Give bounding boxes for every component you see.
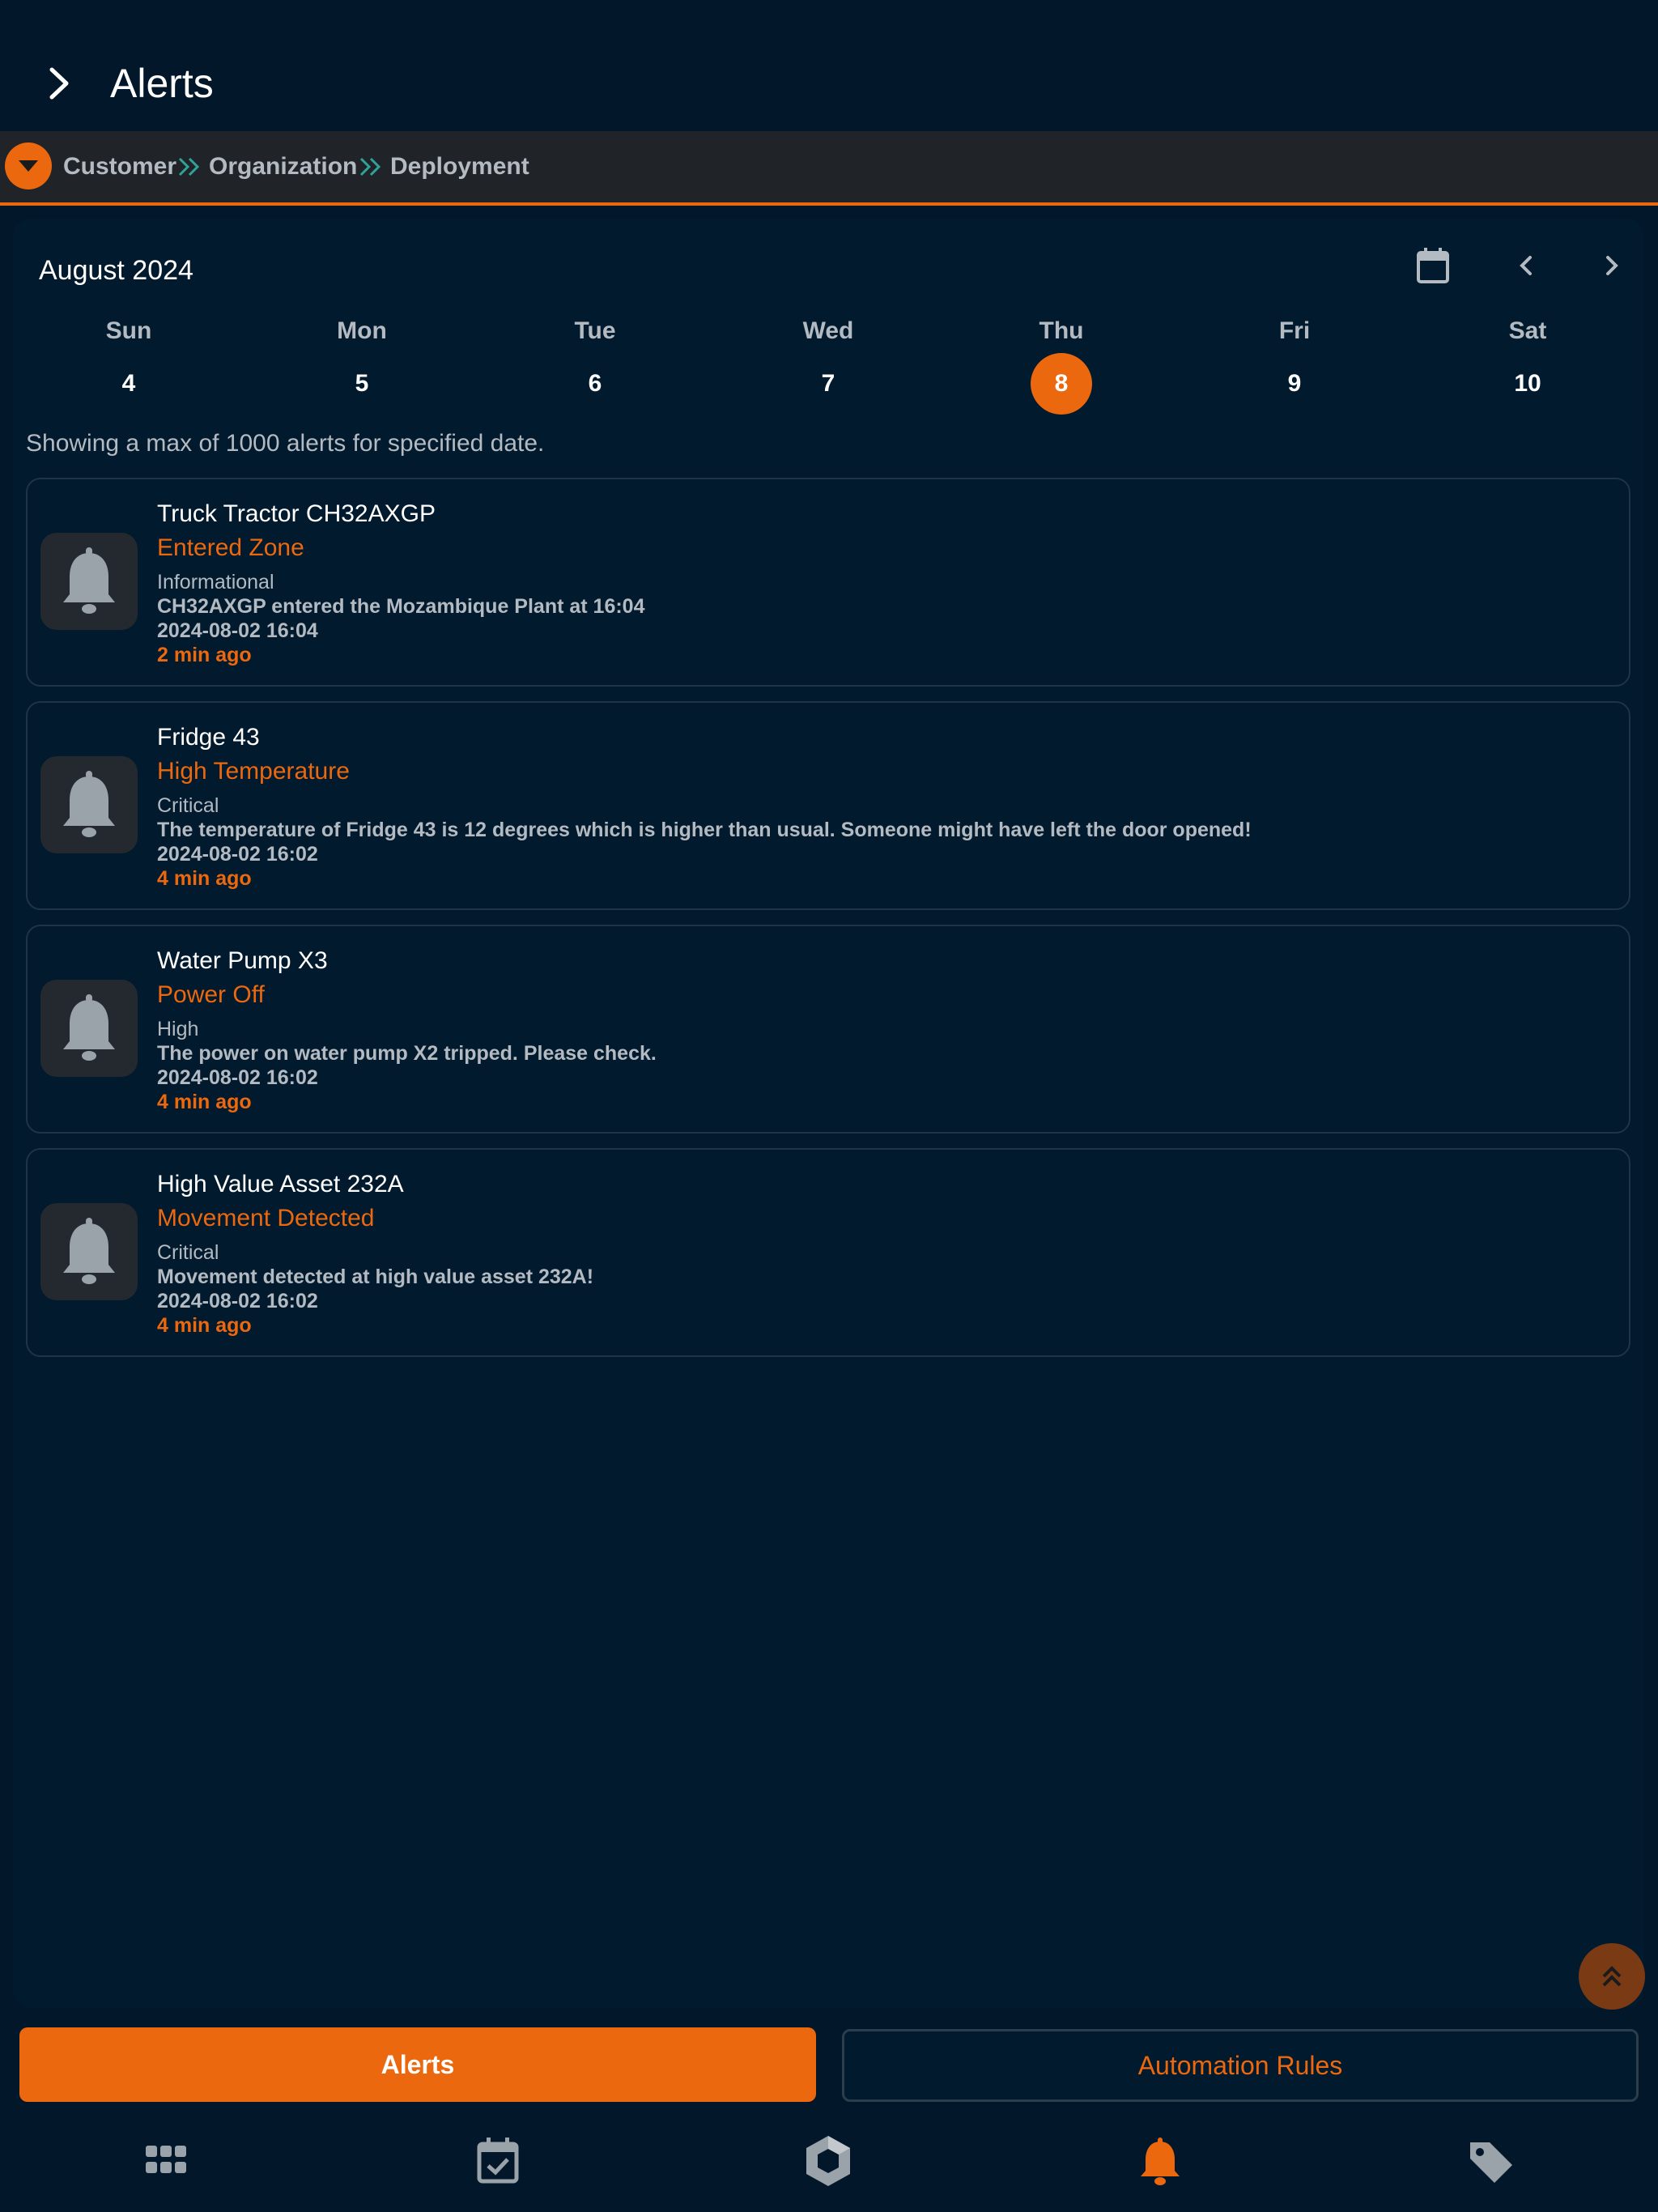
alert-type: High Temperature xyxy=(157,758,350,785)
calendar-icon[interactable] xyxy=(1415,246,1451,285)
alert-type: Power Off xyxy=(157,981,265,1008)
hexagon-logo-icon[interactable] xyxy=(801,2134,855,2188)
alert-asset-name: High Value Asset 232A xyxy=(157,1171,404,1197)
caret-down-icon xyxy=(19,160,38,172)
bell-icon[interactable] xyxy=(1133,2134,1187,2188)
alert-message: Movement detected at high value asset 23… xyxy=(157,1266,594,1288)
alert-icon-tile xyxy=(40,533,138,630)
alerts-panel: August 2024 Sun Mon Tue Wed Thu Fri Sat … xyxy=(13,219,1643,2008)
breadcrumb: Customer Organization Deployment xyxy=(0,131,1658,206)
alert-severity: Critical xyxy=(157,794,219,817)
expand-chevron-icon[interactable] xyxy=(39,58,83,108)
calendar-day[interactable]: 10 xyxy=(1497,353,1558,415)
automation-rules-tab-button[interactable]: Automation Rules xyxy=(842,2029,1639,2102)
chevron-left-icon[interactable] xyxy=(1512,251,1541,280)
alert-relative-time: 4 min ago xyxy=(157,1314,252,1337)
alert-card[interactable]: Fridge 43 High Temperature Critical The … xyxy=(26,701,1630,910)
scroll-to-top-button[interactable] xyxy=(1579,1943,1645,2010)
weekday-label: Fri xyxy=(1278,317,1311,344)
alert-card[interactable]: Truck Tractor CH32AXGP Entered Zone Info… xyxy=(26,478,1630,687)
alert-asset-name: Water Pump X3 xyxy=(157,947,328,974)
alert-card[interactable]: Water Pump X3 Power Off High The power o… xyxy=(26,925,1630,1134)
alert-relative-time: 4 min ago xyxy=(157,867,252,890)
calendar-day[interactable]: 9 xyxy=(1264,353,1325,415)
breadcrumb-item-deployment[interactable]: Deployment xyxy=(390,151,529,183)
alert-icon-tile xyxy=(40,756,138,853)
double-chevron-up-icon xyxy=(1602,1966,1622,1987)
weekday-label: Sat xyxy=(1508,317,1547,344)
app-header: Alerts xyxy=(0,0,1658,130)
alert-asset-name: Truck Tractor CH32AXGP xyxy=(157,500,436,527)
alert-relative-time: 4 min ago xyxy=(157,1091,252,1113)
alert-icon-tile xyxy=(40,1203,138,1300)
alert-timestamp: 2024-08-02 16:02 xyxy=(157,1290,318,1312)
calendar-day[interactable]: 6 xyxy=(564,353,626,415)
calendar-day-selected[interactable]: 8 xyxy=(1031,353,1092,415)
breadcrumb-item-organization[interactable]: Organization xyxy=(209,151,357,183)
weekday-label: Wed xyxy=(802,317,854,344)
alert-card[interactable]: High Value Asset 232A Movement Detected … xyxy=(26,1148,1630,1357)
alerts-tab-button[interactable]: Alerts xyxy=(19,2027,816,2102)
alert-icon-tile xyxy=(40,980,138,1077)
apps-grid-icon[interactable] xyxy=(139,2134,193,2188)
calendar-day[interactable]: 4 xyxy=(98,353,159,415)
alert-message: The temperature of Fridge 43 is 12 degre… xyxy=(157,819,1252,841)
bottom-nav xyxy=(0,2110,1658,2212)
alert-severity: Informational xyxy=(157,571,274,593)
alert-timestamp: 2024-08-02 16:04 xyxy=(157,619,318,642)
calendar-month-label: August 2024 xyxy=(39,255,193,286)
alert-asset-name: Fridge 43 xyxy=(157,724,260,751)
alert-timestamp: 2024-08-02 16:02 xyxy=(157,1066,318,1089)
bell-icon xyxy=(63,547,115,614)
double-chevron-icon xyxy=(359,157,381,177)
alert-message: CH32AXGP entered the Mozambique Plant at… xyxy=(157,595,645,618)
alerts-limit-note: Showing a max of 1000 alerts for specifi… xyxy=(26,430,545,457)
alert-relative-time: 2 min ago xyxy=(157,644,252,666)
breadcrumb-dropdown-button[interactable] xyxy=(5,143,52,189)
calendar-day[interactable]: 5 xyxy=(331,353,393,415)
alert-severity: High xyxy=(157,1018,199,1040)
breadcrumb-item-customer[interactable]: Customer xyxy=(63,151,176,183)
bell-icon xyxy=(63,1218,115,1284)
calendar-day[interactable]: 7 xyxy=(797,353,859,415)
page-title: Alerts xyxy=(110,61,214,106)
weekday-label: Thu xyxy=(1039,317,1084,344)
alert-type: Entered Zone xyxy=(157,534,304,561)
chevron-right-icon[interactable] xyxy=(1596,251,1626,280)
double-chevron-icon xyxy=(178,157,200,177)
bell-icon xyxy=(63,771,115,837)
weekday-label: Tue xyxy=(574,317,616,344)
weekday-label: Mon xyxy=(337,317,387,344)
alert-type: Movement Detected xyxy=(157,1205,375,1231)
calendar-check-icon[interactable] xyxy=(471,2134,525,2188)
alert-timestamp: 2024-08-02 16:02 xyxy=(157,843,318,866)
bell-icon xyxy=(63,994,115,1061)
alert-severity: Critical xyxy=(157,1241,219,1264)
alert-message: The power on water pump X2 tripped. Plea… xyxy=(157,1042,657,1065)
tag-icon[interactable] xyxy=(1464,2134,1517,2188)
weekday-label: Sun xyxy=(105,317,152,344)
